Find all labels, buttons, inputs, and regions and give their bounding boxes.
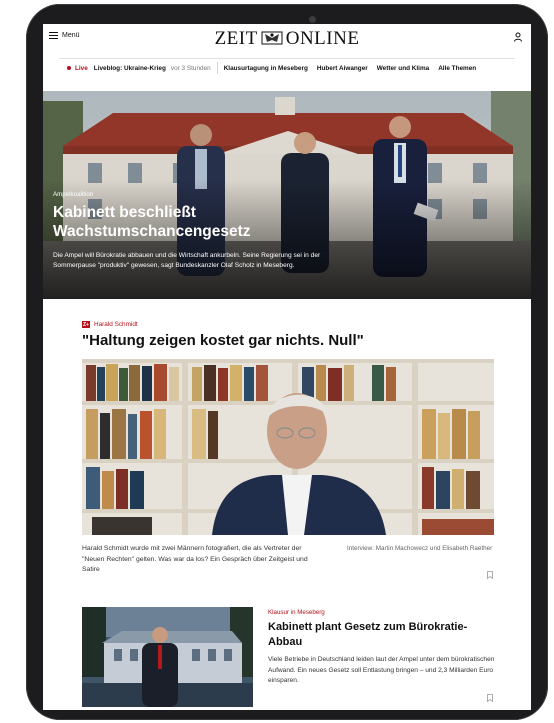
live-dot-icon xyxy=(67,66,71,70)
nav-item-klausurtagung[interactable]: Klausurtagung in Meseberg xyxy=(224,65,308,72)
live-label: Live xyxy=(75,64,88,72)
article1-kicker-label: Harald Schmidt xyxy=(94,321,138,328)
article2-summary: Viele Betriebe in Deutschland leiden lau… xyxy=(268,656,495,684)
nav-item-wetter[interactable]: Wetter und Klima xyxy=(377,65,429,72)
eagle-crest-icon xyxy=(261,31,283,45)
nav-item-alle-themen[interactable]: Alle Themen xyxy=(438,65,476,72)
bookshelf-portrait-image xyxy=(82,359,494,535)
bookmark-icon[interactable] xyxy=(487,694,493,702)
article2-photo[interactable] xyxy=(82,607,253,707)
logo-text-right: ONLINE xyxy=(285,28,360,49)
hero-headline[interactable]: Kabinett beschließt Wachstumschancengese… xyxy=(53,203,353,241)
site-logo[interactable]: ZEIT ONLINE xyxy=(43,28,531,50)
site-header: Menü ZEIT ONLINE xyxy=(43,24,531,54)
zplus-badge-icon: Z+ xyxy=(82,321,90,328)
nav-liveblog-time: vor 3 Stunden xyxy=(170,64,211,72)
meseberg-castle-image xyxy=(82,607,253,707)
topic-nav: Live Liveblog: Ukraine-Krieg vor 3 Stund… xyxy=(43,60,531,76)
nav-item-aiwanger[interactable]: Hubert Aiwanger xyxy=(317,65,368,72)
hero-kicker: Ampelkoalition xyxy=(53,191,94,198)
article1-author-credit: Interview: Martin Machowecz und Elisabet… xyxy=(347,545,493,552)
nav-item-liveblog[interactable]: Liveblog: Ukraine-Krieg xyxy=(94,65,166,72)
article1-photo[interactable] xyxy=(82,359,494,535)
article1-kicker: Z+ Harald Schmidt xyxy=(82,321,138,328)
logo-text-left: ZEIT xyxy=(214,28,258,49)
bookmark-icon[interactable] xyxy=(487,571,493,579)
user-icon[interactable] xyxy=(513,32,523,42)
article2-headline[interactable]: Kabinett plant Gesetz zum Bürokratie-Abb… xyxy=(268,620,498,649)
article1-summary: Harald Schmidt wurde mit zwei Männern fo… xyxy=(82,545,308,573)
nav-divider xyxy=(59,58,515,59)
article2-kicker: Klausur in Meseberg xyxy=(268,609,325,616)
camera-dot xyxy=(309,16,316,23)
live-indicator[interactable]: Live xyxy=(67,65,88,72)
hero-teaser[interactable]: Ampelkoalition Kabinett beschließt Wachs… xyxy=(43,91,531,299)
article1-headline[interactable]: "Haltung zeigen kostet gar nichts. Null" xyxy=(82,332,502,349)
hero-summary: Die Ampel will Bürokratie abbauen und di… xyxy=(53,252,321,269)
browser-viewport: Menü ZEIT ONLINE Live Liveblog: Ukraine-… xyxy=(43,24,531,710)
nav-separator xyxy=(216,62,218,74)
